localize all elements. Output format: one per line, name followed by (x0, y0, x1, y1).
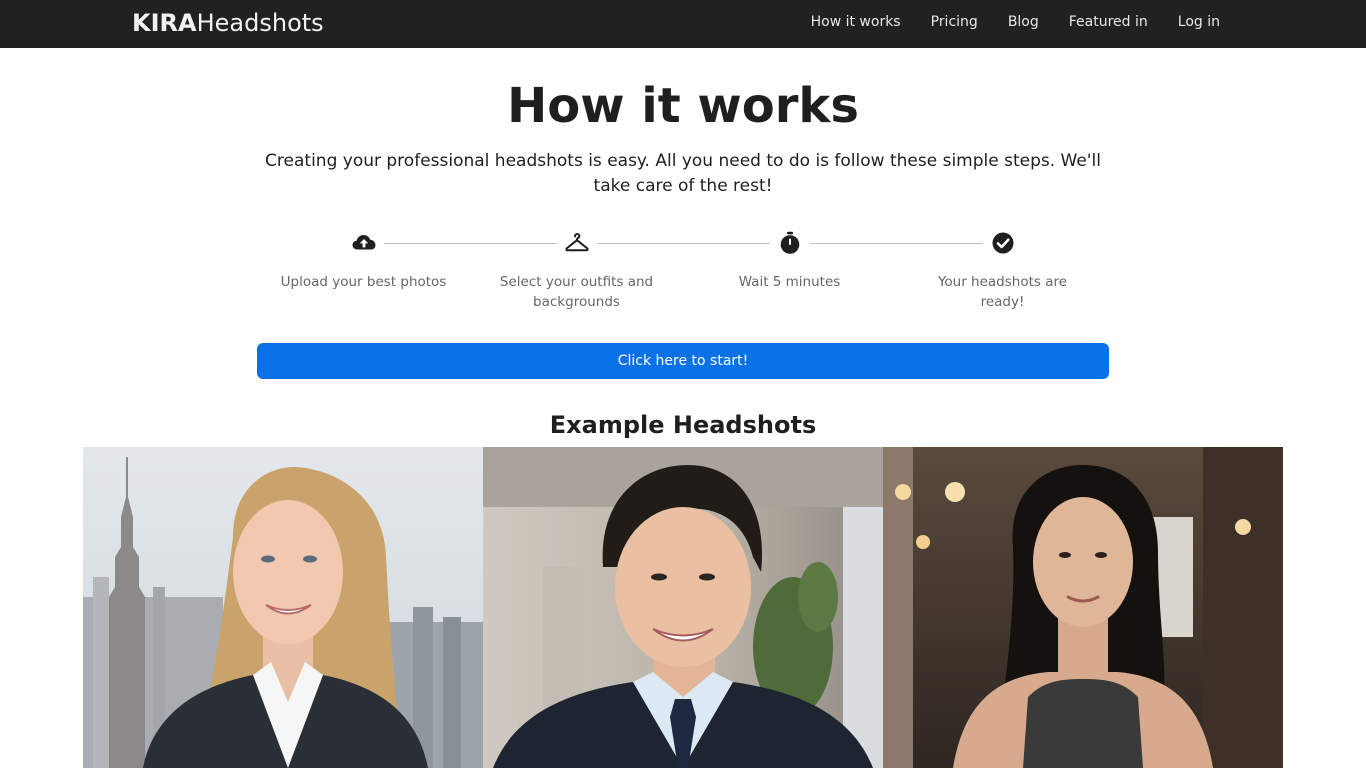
example-headshot-1 (83, 447, 483, 768)
check-circle-icon (992, 232, 1013, 254)
nav-link-how-it-works[interactable]: How it works (811, 13, 901, 31)
cloud-upload-icon (352, 235, 375, 250)
step-outfits: Select your outfits and backgrounds (470, 230, 683, 312)
step-ready: Your headshots are ready! (896, 230, 1109, 312)
hero-subtitle: Creating your professional headshots is … (265, 151, 1101, 196)
example-headshot-2 (483, 447, 883, 768)
start-button[interactable]: Click here to start! (257, 343, 1109, 379)
example-headshot-3 (883, 447, 1283, 768)
nav-link-pricing[interactable]: Pricing (931, 13, 978, 31)
brand-rest: Headshots (196, 9, 324, 37)
nav-link-featured-in[interactable]: Featured in (1069, 13, 1148, 31)
step-wait: Wait 5 minutes (683, 230, 896, 292)
page-title: How it works (507, 78, 859, 134)
step-upload: Upload your best photos (257, 230, 470, 292)
nav-links: How it works Pricing Blog Featured in Lo… (811, 13, 1220, 31)
headshot-woman-dark-hair-image (883, 447, 1283, 768)
nav-link-blog[interactable]: Blog (1008, 13, 1039, 31)
hanger-icon (564, 233, 589, 252)
stopwatch-icon (780, 231, 799, 254)
headshot-woman-blonde-image (83, 447, 483, 768)
step-label: Upload your best photos (280, 274, 447, 290)
step-label: Your headshots are ready! (937, 274, 1068, 310)
nav-link-log-in[interactable]: Log in (1178, 13, 1220, 31)
top-navbar: KIRAHeadshots How it works Pricing Blog … (0, 0, 1366, 48)
headshot-man-suit-image (483, 447, 883, 768)
step-label: Select your outfits and backgrounds (499, 274, 654, 310)
brand-logo[interactable]: KIRAHeadshots (132, 8, 324, 38)
step-label: Wait 5 minutes (738, 274, 841, 290)
brand-bold: KIRA (132, 9, 197, 37)
examples-title: Example Headshots (549, 411, 817, 439)
